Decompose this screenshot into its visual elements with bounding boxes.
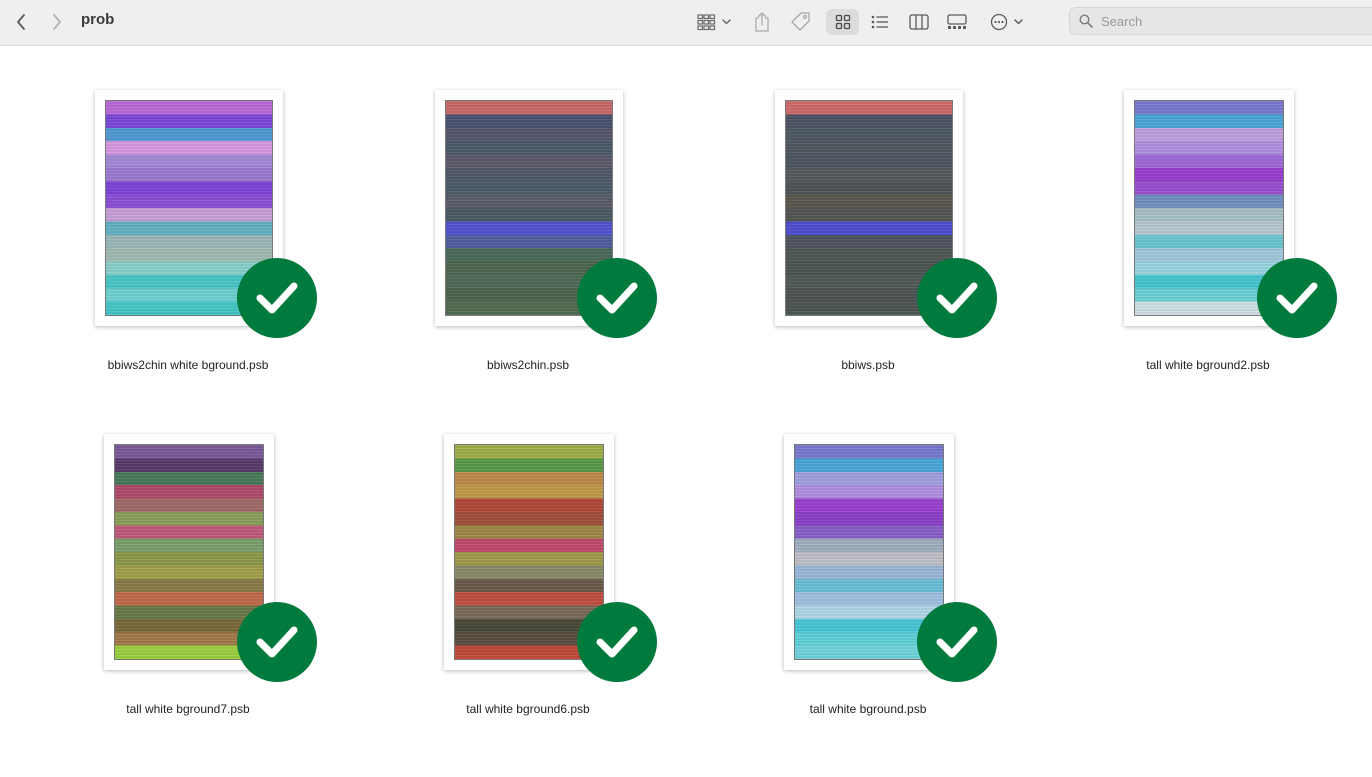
file-name: tall white bground2.psb: [1146, 358, 1270, 372]
more-actions-button[interactable]: [987, 9, 1027, 35]
grid-icon: [835, 14, 850, 30]
file-name: bbiws2chin white bground.psb: [107, 358, 269, 372]
finder-toolbar: prob: [0, 0, 1372, 46]
file-name: bbiws2chin.psb: [486, 358, 570, 372]
icon-view-button[interactable]: [826, 9, 859, 35]
file-name: bbiws.psb: [841, 358, 895, 372]
sync-check-icon: [917, 258, 997, 338]
sync-check-icon: [577, 258, 657, 338]
list-view-button[interactable]: [866, 9, 894, 35]
tag-icon: [791, 12, 810, 31]
search-icon: [1079, 14, 1093, 28]
file-name: tall white bground.psb: [809, 702, 927, 716]
search-field[interactable]: [1069, 7, 1372, 35]
gallery-icon: [947, 14, 967, 29]
gallery-view-button[interactable]: [943, 9, 971, 35]
sync-check-icon: [917, 602, 997, 682]
list-icon: [871, 15, 888, 29]
share-icon: [755, 12, 769, 32]
file-name: tall white bground7.psb: [126, 702, 250, 716]
ellipsis-circle-icon: [990, 13, 1023, 31]
sync-check-icon: [237, 258, 317, 338]
column-view-button[interactable]: [905, 9, 933, 35]
group-button[interactable]: [693, 9, 737, 35]
file-name: tall white bground6.psb: [466, 702, 590, 716]
sync-check-icon: [237, 602, 317, 682]
back-button[interactable]: [10, 9, 32, 35]
share-button[interactable]: [750, 9, 774, 35]
chevron-left-icon: [17, 14, 25, 30]
chevron-right-icon: [53, 14, 61, 30]
columns-icon: [909, 14, 929, 30]
sync-check-icon: [1257, 258, 1337, 338]
grid-group-icon: [697, 14, 731, 31]
search-input[interactable]: [1099, 12, 1343, 30]
tag-button[interactable]: [788, 9, 814, 35]
forward-button[interactable]: [46, 9, 68, 35]
window-title: prob: [81, 11, 115, 28]
sync-check-icon: [577, 602, 657, 682]
